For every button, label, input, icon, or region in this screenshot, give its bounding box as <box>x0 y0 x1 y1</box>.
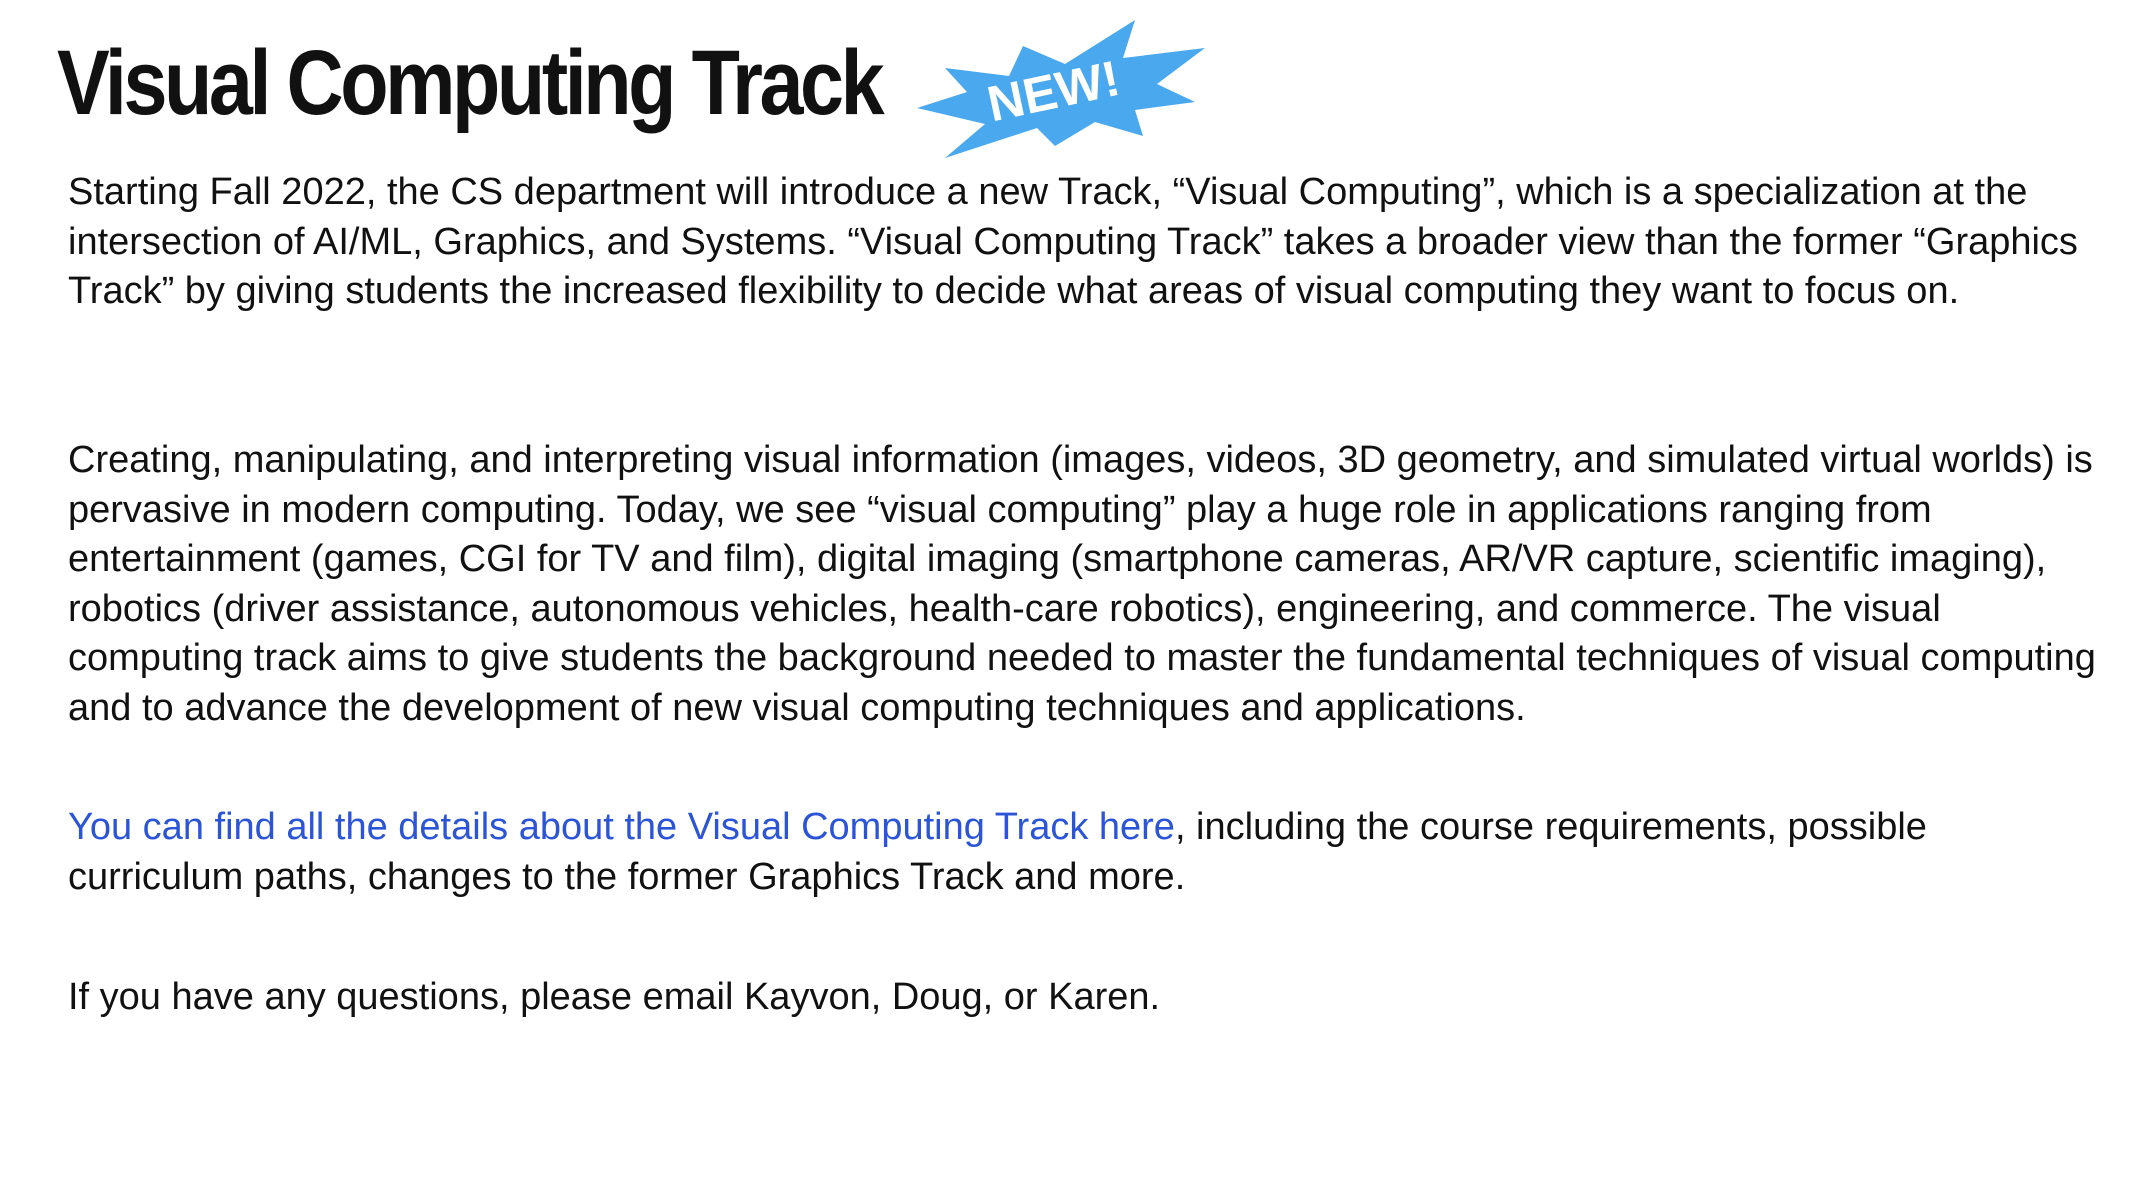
intro-paragraph: Starting Fall 2022, the CS department wi… <box>68 171 2078 312</box>
new-badge: NEW! <box>905 18 1215 163</box>
track-details-link[interactable]: You can find all the details about the V… <box>68 806 1175 848</box>
slide: Visual Computing Track NEW! Starting Fal… <box>0 0 2133 1200</box>
starburst-icon: NEW! <box>917 20 1205 158</box>
description-paragraph: Creating, manipulating, and interpreting… <box>68 439 2096 729</box>
details-paragraph: You can find all the details about the V… <box>68 803 2098 902</box>
contact-paragraph: If you have any questions, please email … <box>68 976 1161 1018</box>
slide-title: Visual Computing Track <box>57 32 885 134</box>
